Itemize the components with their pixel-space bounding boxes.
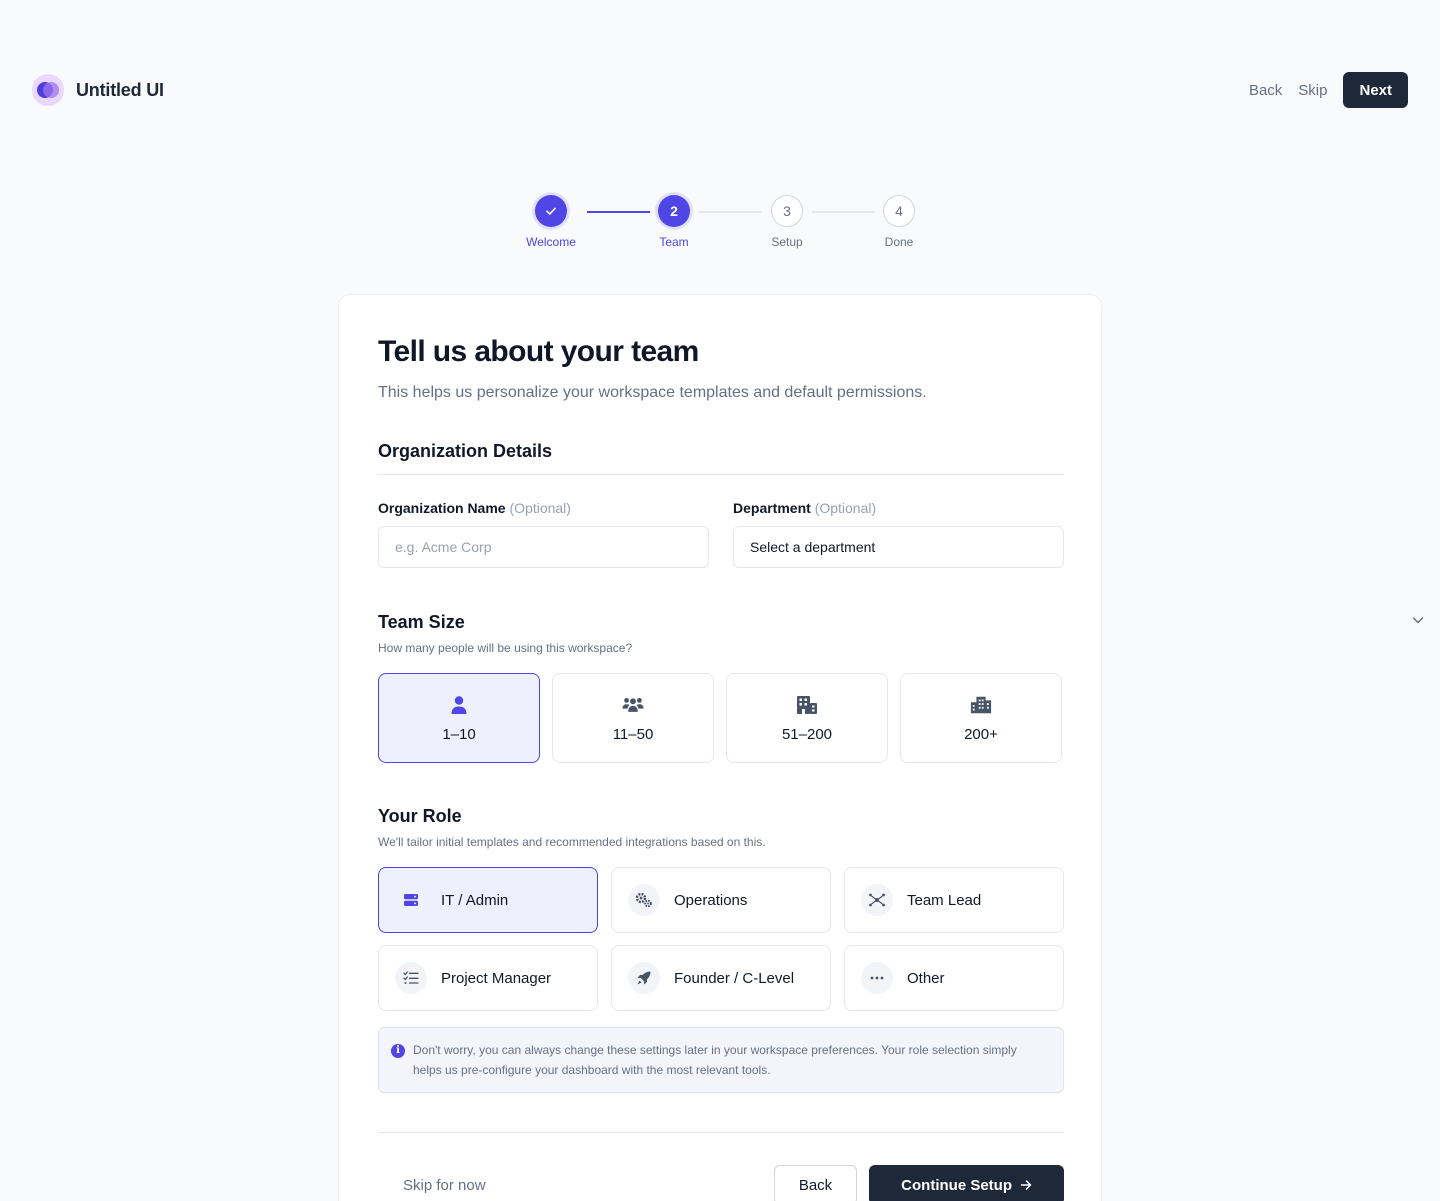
top-nav: Back Skip Next [1249, 72, 1408, 108]
info-icon: i [391, 1044, 405, 1058]
team-size-options: 1–10 11–50 51–200 200+ [378, 673, 1064, 763]
top-back-link[interactable]: Back [1249, 82, 1282, 99]
top-skip-link[interactable]: Skip [1298, 82, 1327, 99]
page-subtitle: This helps us personalize your workspace… [378, 384, 927, 401]
step-number: 3 [771, 195, 803, 227]
team-size-label: 11–50 [612, 725, 654, 743]
continue-button-label: Continue Setup [901, 1176, 1012, 1194]
logo-mark-icon [32, 74, 64, 106]
team-size-label: 200+ [964, 725, 998, 743]
team-size-label: 51–200 [781, 725, 833, 743]
role-label: Operations [674, 891, 748, 909]
role-label: IT / Admin [441, 891, 509, 909]
city-icon [970, 694, 992, 716]
check-icon [535, 195, 567, 227]
team-size-option-200-plus[interactable]: 200+ [900, 673, 1062, 763]
info-note-text: Don't worry, you can always change these… [413, 1043, 1017, 1077]
step-team[interactable]: 2 Team [634, 195, 714, 249]
team-size-option-51-200[interactable]: 51–200 [726, 673, 888, 763]
department-field: Department (Optional) Select a departmen… [733, 500, 1064, 568]
role-option-other[interactable]: Other [844, 945, 1064, 1011]
org-section-heading: Organization Details [378, 441, 553, 461]
brand-logo[interactable]: Untitled UI [32, 74, 164, 106]
step-number: 2 [658, 195, 690, 227]
step-number: 4 [883, 195, 915, 227]
step-setup[interactable]: 3 Setup [747, 195, 827, 249]
users-icon [622, 694, 644, 716]
role-option-team-lead[interactable]: Team Lead [844, 867, 1064, 933]
role-label: Other [907, 969, 945, 987]
team-size-label: 1–10 [442, 725, 476, 743]
brand-name: Untitled UI [76, 79, 164, 100]
info-note: i Don't worry, you can always change the… [378, 1027, 1064, 1093]
onboarding-card: Tell us about your team This helps us pe… [338, 294, 1102, 1201]
role-label: Founder / C-Level [674, 969, 795, 987]
team-size-hint: How many people will be using this works… [378, 641, 633, 655]
department-label: Department (Optional) [733, 500, 877, 516]
progress-stepper: Welcome 2 Team 3 Setup 4 Done [0, 195, 1440, 265]
divider [378, 474, 1064, 475]
department-select[interactable]: Select a department [733, 526, 1064, 568]
role-label: Team Lead [907, 891, 982, 909]
step-done[interactable]: 4 Done [859, 195, 939, 249]
team-size-option-11-50[interactable]: 11–50 [552, 673, 714, 763]
role-option-founder[interactable]: Founder / C-Level [611, 945, 831, 1011]
role-option-project-manager[interactable]: Project Manager [378, 945, 598, 1011]
org-name-label: Organization Name (Optional) [378, 500, 571, 516]
ellipsis-icon [861, 962, 893, 994]
building-icon [796, 694, 818, 716]
arrow-right-icon [1020, 1180, 1032, 1190]
continue-setup-button[interactable]: Continue Setup [869, 1165, 1064, 1201]
gears-icon [628, 884, 660, 916]
team-size-option-1-10[interactable]: 1–10 [378, 673, 540, 763]
role-hint: We'll tailor initial templates and recom… [378, 835, 766, 849]
team-size-heading: Team Size [378, 612, 465, 632]
role-option-it-admin[interactable]: IT / Admin [378, 867, 598, 933]
org-name-field: Organization Name (Optional) e.g. Acme C… [378, 500, 709, 568]
step-label: Setup [771, 235, 803, 249]
org-fields: Organization Name (Optional) e.g. Acme C… [378, 500, 1064, 568]
back-button[interactable]: Back [773, 1165, 858, 1201]
card-footer: Skip for now Back Continue Setup [378, 1165, 1064, 1201]
page-title: Tell us about your team [378, 335, 699, 368]
role-option-operations[interactable]: Operations [611, 867, 831, 933]
step-label: Team [659, 235, 689, 249]
back-button-label: Back [798, 1176, 833, 1194]
step-label: Welcome [526, 235, 576, 249]
chevron-down-icon[interactable] [1410, 612, 1426, 628]
rocket-icon [628, 962, 660, 994]
user-icon [448, 694, 470, 716]
list-check-icon [395, 962, 427, 994]
divider [378, 1132, 1064, 1133]
step-label: Done [884, 235, 914, 249]
top-next-button[interactable]: Next [1343, 72, 1408, 108]
footer-actions: Back Continue Setup [773, 1165, 1064, 1201]
role-label: Project Manager [441, 969, 552, 987]
skip-for-now-link[interactable]: Skip for now [403, 1177, 486, 1194]
org-name-input[interactable]: e.g. Acme Corp [378, 526, 709, 568]
role-options: IT / Admin Operations Team Lead Project … [378, 867, 1064, 1011]
server-icon [395, 884, 427, 916]
step-welcome[interactable]: Welcome [511, 195, 591, 249]
role-heading: Your Role [378, 806, 462, 826]
people-network-icon [861, 884, 893, 916]
